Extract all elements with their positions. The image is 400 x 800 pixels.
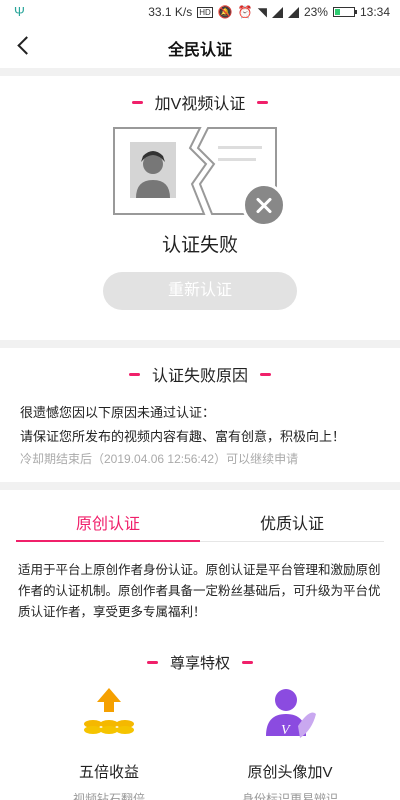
header-dash-right xyxy=(257,100,269,104)
signal-icon-2 xyxy=(287,6,299,18)
video-verification-card: 加V视频认证 认证失败 重新认证 xyxy=(0,76,400,340)
page-title: 全民认证 xyxy=(167,42,232,59)
alarm-icon: ⏰ xyxy=(237,5,253,19)
status-bar: Ψ 33.1 K/s HD 🔕 ⏰ ◥ 23% 13:34 xyxy=(0,0,400,24)
battery-icon xyxy=(332,7,357,17)
coins-up-icon xyxy=(84,688,134,734)
tab-description: 适用于平台上原创作者身份认证。原创认证是平台管理和激励原创作者的认证机制。原创作… xyxy=(18,563,381,619)
section-title: 认证失败原因 xyxy=(151,368,248,385)
section-header: 认证失败原因 xyxy=(0,362,400,386)
header-dash-left xyxy=(128,372,140,376)
clock: 13:34 xyxy=(359,5,390,19)
section-header: 加V视频认证 xyxy=(0,90,400,114)
retry-button[interactable]: 重新认证 xyxy=(103,272,297,310)
cooldown-text: 冷却期结束后（2019.04.06 12:56:42）可以继续申请 xyxy=(20,452,299,466)
hd-icon: HD xyxy=(197,6,213,18)
tab-quality[interactable]: 优质认证 xyxy=(200,510,384,534)
avatar-v-icon: V xyxy=(266,689,316,738)
privilege-item: 五倍收益 视频钻石翻倍 xyxy=(44,686,174,800)
section-header: 尊享特权 xyxy=(0,652,400,673)
signal-icon xyxy=(271,6,283,18)
header-dash-left xyxy=(146,661,158,664)
privilege-title: 原创头像加V xyxy=(247,764,333,781)
wifi-icon: ◥ xyxy=(257,5,267,19)
status-text: 认证失败 xyxy=(161,235,238,256)
header-dash-left xyxy=(131,100,143,104)
fail-x-icon xyxy=(242,183,286,227)
status-right: 33.1 K/s HD 🔕 ⏰ ◥ 23% 13:34 xyxy=(148,5,390,19)
nav-bar: 全民认证 xyxy=(0,24,400,68)
privilege-title: 五倍收益 xyxy=(78,764,139,781)
network-speed: 33.1 K/s xyxy=(148,5,193,19)
failure-reason-card: 认证失败原因 很遗憾您因以下原因未通过认证： 请保证您所发布的视频内容有趣、富有… xyxy=(0,348,400,482)
privilege-item: V 原创头像加V 身份标识更易辨识 xyxy=(225,686,355,800)
tab-original[interactable]: 原创认证 xyxy=(16,510,200,534)
svg-text:V: V xyxy=(281,723,291,738)
privilege-subtitle: 视频钻石翻倍 xyxy=(72,792,145,800)
reason-line: 很遗憾您因以下原因未通过认证： xyxy=(20,405,216,420)
mute-icon: 🔕 xyxy=(217,5,233,19)
header-dash-right xyxy=(260,372,271,376)
battery-percent: 23% xyxy=(303,5,328,19)
usb-icon: Ψ xyxy=(14,4,25,19)
header-dash-right xyxy=(242,661,253,664)
section-title: 尊享特权 xyxy=(169,655,230,672)
tab-indicator xyxy=(16,540,200,542)
section-title: 加V视频认证 xyxy=(154,96,246,113)
verification-types-card: 原创认证 优质认证 适用于平台上原创作者身份认证。原创认证是平台管理和激励原创作… xyxy=(0,490,400,800)
reason-line: 请保证您所发布的视频内容有趣、富有创意，积极向上！ xyxy=(20,429,346,444)
tab-bar: 原创认证 优质认证 xyxy=(16,510,384,542)
privilege-subtitle: 身份标识更易辨识 xyxy=(241,792,338,800)
